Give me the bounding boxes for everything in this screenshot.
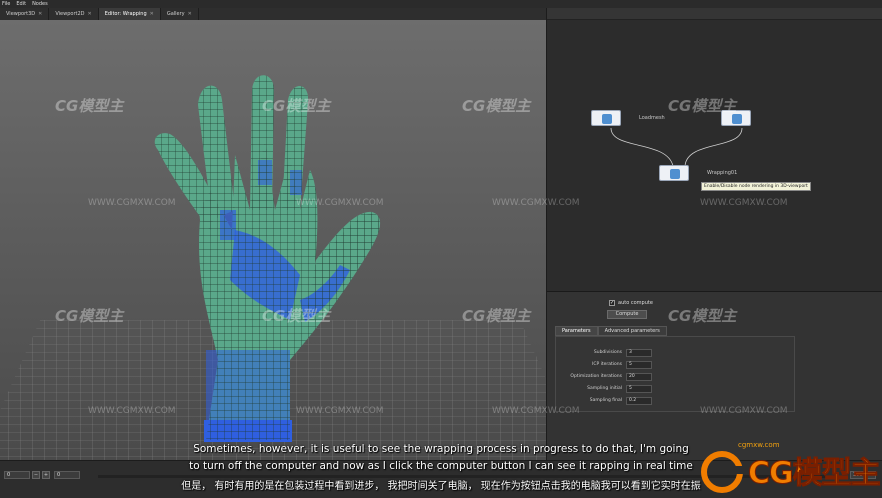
auto-compute-label: auto compute	[618, 300, 653, 306]
auto-compute-row[interactable]: ✓ auto compute	[609, 300, 653, 306]
watermark-url: WWW.CGMXW.COM	[700, 406, 788, 416]
watermark: CG模型主	[262, 307, 331, 325]
tab-label: Editor: Wrapping	[104, 11, 147, 17]
watermark: CG模型主	[668, 97, 737, 115]
menu-file[interactable]: File	[2, 0, 10, 8]
tab-gallery[interactable]: Gallery ✕	[161, 8, 199, 20]
param-row-sampling-final: Sampling final 0.2	[556, 397, 796, 406]
right-panel: Loadmesh Wrapping01 Enable/Disable node …	[546, 8, 882, 460]
watermark: CG模型主	[262, 97, 331, 115]
watermark-url: WWW.CGMXW.COM	[88, 198, 176, 208]
menu-edit[interactable]: Edit	[16, 0, 26, 8]
tab-label: Viewport3D	[6, 11, 36, 17]
compute-button[interactable]: Compute	[607, 310, 647, 319]
param-input[interactable]: 3	[626, 349, 652, 357]
tooltip: Enable/Disable node rendering in 3D-view…	[701, 182, 811, 191]
watermark-url: WWW.CGMXW.COM	[492, 198, 580, 208]
tab-label: Gallery	[166, 11, 185, 17]
node-connections	[610, 127, 743, 167]
watermark-url: WWW.CGMXW.COM	[700, 198, 788, 208]
param-input[interactable]: 5	[626, 385, 652, 393]
close-icon[interactable]: ✕	[188, 11, 192, 17]
auto-compute-checkbox[interactable]: ✓	[609, 300, 615, 306]
tab-label: Viewport2D	[55, 11, 85, 17]
tab-advanced-parameters[interactable]: Advanced parameters	[597, 326, 667, 336]
node-loadmesh[interactable]	[591, 110, 621, 126]
param-row-sampling-initial: Sampling initial 5	[556, 385, 796, 394]
close-icon[interactable]: ✕	[150, 11, 154, 17]
hand-mesh[interactable]	[140, 60, 400, 450]
viewport-3d[interactable]	[0, 20, 546, 460]
close-icon[interactable]: ✕	[88, 11, 92, 17]
panel-header	[547, 8, 882, 20]
wrap-icon	[670, 169, 680, 179]
watermark-url: WWW.CGMXW.COM	[88, 406, 176, 416]
param-label: ICP iterations	[592, 362, 622, 367]
param-label: Optimization iterations	[570, 374, 622, 379]
node-label: Wrapping01	[707, 170, 738, 176]
app-window: File Edit Nodes Viewport3D ✕ Viewport2D ✕ …	[0, 0, 882, 498]
subtitle-line-1: Sometimes, however, it is useful to see …	[193, 443, 689, 455]
tab-editor-wrapping[interactable]: Editor: Wrapping ✕	[98, 8, 161, 20]
parameter-list: Subdivisions 3 ICP iterations 5 Optimiza…	[555, 336, 795, 412]
watermark: CG模型主	[668, 307, 737, 325]
param-input[interactable]: 5	[626, 361, 652, 369]
menu-nodes[interactable]: Nodes	[32, 0, 48, 8]
watermark: CG模型主	[55, 97, 124, 115]
watermark: CG模型主	[462, 307, 531, 325]
param-input[interactable]: 20	[626, 373, 652, 381]
watermark-url: WWW.CGMXW.COM	[296, 406, 384, 416]
parameter-tabs: Parameters Advanced parameters	[555, 326, 667, 336]
mesh-icon	[602, 114, 612, 124]
subtitle-line-2: to turn off the computer and now as I cl…	[189, 460, 693, 472]
watermark-url: WWW.CGMXW.COM	[492, 406, 580, 416]
watermark-url: WWW.CGMXW.COM	[296, 198, 384, 208]
subtitle-line-3: 但是， 有时有用的是在包装过程中看到进步， 我把时间关了电脑， 现在作为按钮点击…	[181, 481, 701, 492]
watermark: CG模型主	[55, 307, 124, 325]
param-input[interactable]: 0.2	[626, 397, 652, 405]
param-label: Sampling final	[589, 398, 622, 403]
watermark: CG模型主	[462, 97, 531, 115]
node-wrapping[interactable]	[659, 165, 689, 181]
tab-parameters[interactable]: Parameters	[555, 326, 598, 336]
node-label: Loadmesh	[639, 115, 665, 121]
tab-bar: Viewport3D ✕ Viewport2D ✕ Editor: Wrapping…	[0, 8, 546, 20]
param-label: Sampling initial	[587, 386, 622, 391]
tab-viewport3d[interactable]: Viewport3D ✕	[0, 8, 50, 20]
menu-bar: File Edit Nodes	[0, 0, 882, 8]
node-graph[interactable]: Loadmesh Wrapping01 Enable/Disable node …	[547, 20, 882, 292]
close-icon[interactable]: ✕	[38, 11, 42, 17]
param-row-subdivisions: Subdivisions 3	[556, 349, 796, 358]
tab-viewport2d[interactable]: Viewport2D ✕	[49, 8, 99, 20]
param-row-icp: ICP iterations 5	[556, 361, 796, 370]
param-row-optimization: Optimization iterations 20	[556, 373, 796, 382]
param-label: Subdivisions	[593, 350, 622, 355]
